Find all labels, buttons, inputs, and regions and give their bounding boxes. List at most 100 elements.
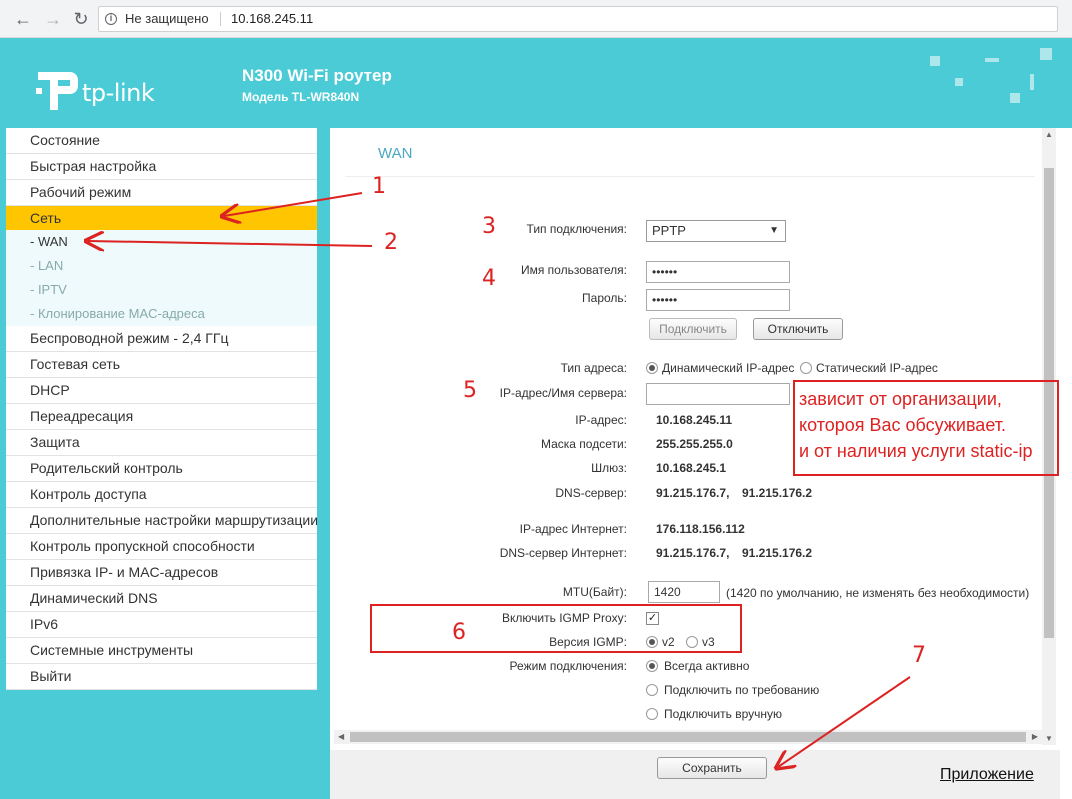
menu-item-bandwidth-control[interactable]: Контроль пропускной способности [6, 534, 317, 560]
horizontal-scroll-thumb[interactable] [350, 732, 1026, 742]
menu-item-guest-network[interactable]: Гостевая сеть [6, 352, 317, 378]
annotation-note-line-3: и от наличия услуги static-ip [799, 441, 1033, 461]
tp-link-logo: tp-link [30, 66, 160, 116]
menu-item-advanced-routing[interactable]: Дополнительные настройки маршрутизации [6, 508, 317, 534]
ip-value: 10.168.245.11 [656, 413, 733, 427]
logo-text: tp-link [82, 79, 155, 107]
menu-item-access-control[interactable]: Контроль доступа [6, 482, 317, 508]
title-divider [345, 176, 1035, 177]
mask-value: 255.255.255.0 [656, 437, 733, 451]
scroll-left-icon[interactable]: ◀ [338, 732, 344, 741]
decor-square [1040, 48, 1052, 60]
internet-ip-value: 176.118.156.112 [656, 522, 745, 536]
url-text[interactable]: 10.168.245.11 [231, 7, 313, 31]
internet-ip-label: IP-адрес Интернет: [519, 522, 627, 536]
mtu-field[interactable]: 1420 [648, 581, 720, 603]
menu-item-dynamic-dns[interactable]: Динамический DNS [6, 586, 317, 612]
decor-square [930, 56, 940, 66]
password-field[interactable]: •••••• [646, 289, 790, 311]
decor-bar [1030, 74, 1034, 90]
scroll-up-icon[interactable]: ▲ [1045, 130, 1053, 139]
security-label: Не защищено [125, 11, 209, 26]
reload-icon[interactable]: ↻ [70, 8, 92, 30]
menu-item-wireless[interactable]: Беспроводной режим - 2,4 ГГц [6, 326, 317, 352]
decor-square [955, 78, 963, 86]
annotation-number-5: 5 [463, 378, 477, 403]
connection-type-label: Тип подключения: [526, 222, 627, 236]
mtu-label: MTU(Байт): [562, 585, 627, 599]
mode-manual-label: Подключить вручную [664, 707, 782, 721]
decor-bar [985, 58, 999, 62]
connect-button[interactable]: Подключить [649, 318, 737, 340]
forward-arrow-icon[interactable]: → [42, 8, 64, 30]
annotation-note-line-1: зависит от организации, [799, 389, 1002, 409]
server-field[interactable] [646, 383, 790, 405]
address-static-radio[interactable] [800, 362, 812, 374]
menu-item-quick-setup[interactable]: Быстрая настройка [6, 154, 317, 180]
mode-always-radio[interactable] [646, 660, 658, 672]
annotation-igmp-box [370, 604, 742, 653]
address-dynamic-radio[interactable] [646, 362, 658, 374]
submenu-item-lan[interactable]: - LAN [6, 254, 317, 278]
menu-item-security[interactable]: Защита [6, 430, 317, 456]
submenu-item-wan[interactable]: - WAN [6, 230, 317, 254]
save-button[interactable]: Сохранить [657, 757, 767, 779]
dns-label: DNS-сервер: [555, 486, 627, 500]
product-model: Модель TL-WR840N [242, 90, 360, 104]
mode-demand-label: Подключить по требованию [664, 683, 820, 697]
mask-label: Маска подсети: [540, 437, 627, 451]
disconnect-button[interactable]: Отключить [753, 318, 843, 340]
product-name: N300 Wi-Fi роутер [242, 66, 392, 85]
menu-item-ipv6[interactable]: IPv6 [6, 612, 317, 638]
info-icon[interactable]: i [105, 13, 117, 25]
ip-label: IP-адрес: [575, 413, 627, 427]
sidebar-menu: Состояние Быстрая настройка Рабочий режи… [6, 128, 317, 690]
mode-demand-radio[interactable] [646, 684, 658, 696]
address-static-label: Статический IP-адрес [816, 361, 938, 375]
dns-value-2: 91.215.176.2 [742, 486, 813, 500]
scroll-right-icon[interactable]: ▶ [1032, 732, 1038, 741]
server-label: IP-адрес/Имя сервера: [499, 386, 627, 400]
annotation-number-7: 7 [912, 643, 926, 668]
submenu-item-mac-clone[interactable]: - Клонирование MAC-адреса [6, 302, 317, 326]
annotation-note-line-2: котороя Вас обсуживает. [799, 415, 1006, 435]
mode-manual-radio[interactable] [646, 708, 658, 720]
username-field[interactable]: •••••• [646, 261, 790, 283]
mtu-note: (1420 по умолчанию, не изменять без необ… [726, 586, 1030, 600]
submenu-item-iptv[interactable]: - IPTV [6, 278, 317, 302]
app-link[interactable]: Приложение [940, 766, 1034, 784]
back-arrow-icon[interactable]: ← [12, 8, 34, 30]
menu-item-status[interactable]: Состояние [6, 128, 317, 154]
internet-dns-label: DNS-сервер Интернет: [499, 546, 627, 560]
menu-item-system-tools[interactable]: Системные инструменты [6, 638, 317, 664]
dropdown-arrow-icon: ▼ [769, 225, 779, 236]
scroll-down-icon[interactable]: ▼ [1045, 734, 1053, 743]
address-dynamic-label: Динамический IP-адрес [662, 361, 795, 375]
username-label: Имя пользователя: [520, 263, 627, 277]
menu-item-operation-mode[interactable]: Рабочий режим [6, 180, 317, 206]
menu-item-forwarding[interactable]: Переадресация [6, 404, 317, 430]
omnibox-divider [220, 12, 221, 26]
internet-dns-value-2: 91.215.176.2 [742, 546, 813, 560]
menu-item-network[interactable]: Сеть [6, 206, 317, 232]
product-title: N300 Wi-Fi роутер Модель TL-WR840N [242, 66, 392, 104]
menu-item-parental-control[interactable]: Родительский контроль [6, 456, 317, 482]
annotation-number-1: 1 [372, 174, 386, 199]
annotation-number-3: 3 [482, 214, 496, 239]
internet-dns-value-1: 91.215.176.7, [656, 546, 730, 560]
address-bar[interactable]: i Не защищено 10.168.245.11 [98, 6, 1058, 32]
gateway-label: Шлюз: [591, 461, 627, 475]
connection-type-select[interactable]: PPTP ▼ [646, 220, 786, 242]
network-submenu: - WAN - LAN - IPTV - Клонирование MAC-ад… [6, 230, 317, 326]
gateway-value: 10.168.245.1 [656, 461, 727, 475]
decor-square [1010, 93, 1020, 103]
dns-value-1: 91.215.176.7, [656, 486, 730, 500]
page-title: WAN [378, 145, 413, 162]
menu-item-logout[interactable]: Выйти [6, 664, 317, 690]
annotation-number-4: 4 [482, 266, 496, 291]
menu-item-dhcp[interactable]: DHCP [6, 378, 317, 404]
menu-item-ip-mac-binding[interactable]: Привязка IP- и MAC-адресов [6, 560, 317, 586]
browser-toolbar: ← → ↻ i Не защищено 10.168.245.11 [0, 0, 1072, 38]
horizontal-scrollbar[interactable]: ◀ ▶ [334, 730, 1042, 744]
address-type-label: Тип адреса: [560, 361, 627, 375]
